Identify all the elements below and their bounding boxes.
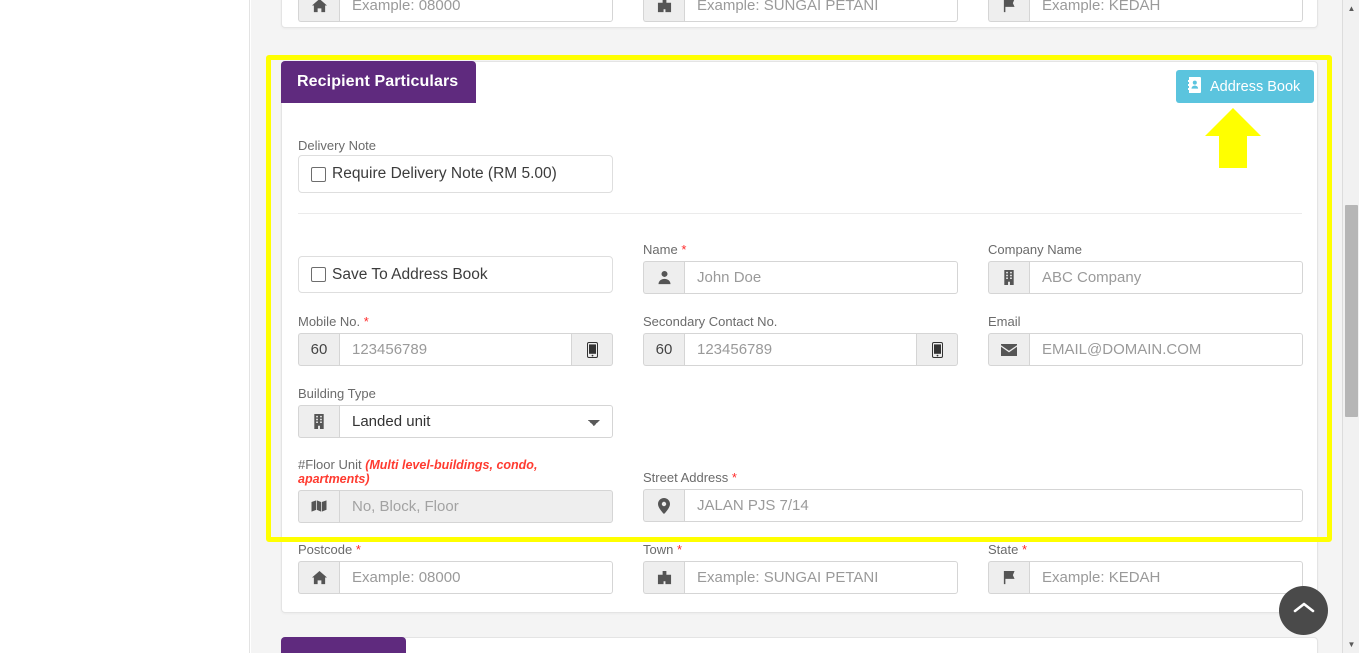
email-input[interactable] xyxy=(1029,333,1303,366)
state-input[interactable] xyxy=(1029,561,1303,594)
secondary-contact-no-label: Secondary Contact No. xyxy=(643,314,778,329)
field-town-previous xyxy=(643,0,958,22)
map-marker-icon xyxy=(643,489,684,522)
street-address-input[interactable] xyxy=(684,489,1303,522)
address-book-button-label: Address Book xyxy=(1210,78,1301,95)
envelope-icon xyxy=(988,333,1029,366)
company-name-input[interactable] xyxy=(1029,261,1303,294)
mobile-country-prefix: 60 xyxy=(298,333,339,366)
scrollbar-thumb[interactable] xyxy=(1345,205,1358,417)
scrollbar-up-arrow-icon[interactable]: ▲ xyxy=(1343,0,1359,17)
flag-icon xyxy=(988,0,1029,22)
name-label: Name * xyxy=(643,242,687,257)
secondary-contact-no-input[interactable] xyxy=(684,333,917,366)
require-delivery-note-label: Require Delivery Note (RM 5.00) xyxy=(332,165,557,182)
required-marker: * xyxy=(1021,542,1028,557)
flag-icon xyxy=(988,561,1029,594)
mobile-no-label: Mobile No. * xyxy=(298,314,369,329)
field-mobile-no: Mobile No. * 60 xyxy=(298,314,613,366)
page-title: Recipient Particulars xyxy=(281,61,477,103)
field-state: State * xyxy=(988,542,1303,594)
chevron-up-icon xyxy=(1293,601,1315,620)
address-book-icon xyxy=(1188,76,1202,97)
field-company-name: Company Name xyxy=(988,242,1303,294)
postcode-label: Postcode * xyxy=(298,542,361,557)
email-label: Email xyxy=(988,314,1021,329)
town-input[interactable] xyxy=(684,561,958,594)
save-to-address-book-label: Save To Address Book xyxy=(332,265,488,283)
building-type-label: Building Type xyxy=(298,386,376,401)
building-icon xyxy=(988,261,1029,294)
next-section-card xyxy=(281,637,1318,653)
user-icon xyxy=(643,261,684,294)
field-postcode-previous xyxy=(298,0,613,22)
scrollbar-down-arrow-icon[interactable]: ▼ xyxy=(1343,636,1359,653)
building-icon xyxy=(298,405,339,438)
save-to-address-book-checkbox[interactable] xyxy=(311,267,326,282)
field-street-address: Street Address * xyxy=(643,470,1303,522)
recipient-particulars-card: Recipient Particulars Delivery Note Requ… xyxy=(281,61,1318,613)
left-pane xyxy=(0,0,250,653)
secondary-country-prefix: 60 xyxy=(643,333,684,366)
field-state-previous xyxy=(988,0,1303,22)
page-scrollbar[interactable]: ▲ ▼ xyxy=(1342,0,1359,653)
highlight-arrow-annotation xyxy=(1205,108,1261,168)
field-postcode: Postcode * xyxy=(298,542,613,594)
address-book-button[interactable]: Address Book xyxy=(1176,70,1315,103)
field-town: Town * xyxy=(643,542,958,594)
field-email: Email xyxy=(988,314,1303,366)
postcode-input-previous[interactable] xyxy=(339,0,613,22)
mobile-phone-icon[interactable] xyxy=(917,333,958,366)
previous-section-card xyxy=(281,0,1318,28)
save-to-address-book-checkbox-group[interactable]: Save To Address Book xyxy=(298,256,613,293)
field-building-type: Building Type Landed unit xyxy=(298,386,613,438)
floor-unit-label: #Floor Unit (Multi level-buildings, cond… xyxy=(298,457,538,487)
app-screen: Recipient Particulars Delivery Note Requ… xyxy=(0,0,1359,653)
required-marker: * xyxy=(355,542,361,557)
section-divider xyxy=(298,213,1302,214)
required-marker: * xyxy=(363,314,369,329)
town-input-previous[interactable] xyxy=(684,0,958,22)
state-label: State * xyxy=(988,542,1028,557)
map-signs-icon xyxy=(298,490,339,523)
city-icon xyxy=(643,0,684,22)
field-floor-unit: #Floor Unit (Multi level-buildings, cond… xyxy=(298,458,613,523)
require-delivery-note-checkbox[interactable] xyxy=(311,166,326,182)
required-marker: * xyxy=(731,470,737,485)
home-icon xyxy=(298,561,339,594)
floor-unit-input[interactable] xyxy=(339,490,613,523)
mobile-no-input[interactable] xyxy=(339,333,572,366)
required-marker: * xyxy=(681,242,687,257)
field-name: Name * xyxy=(643,242,958,294)
scroll-to-top-button[interactable] xyxy=(1279,586,1328,635)
state-input-previous[interactable] xyxy=(1029,0,1303,22)
delivery-note-label: Delivery Note xyxy=(298,138,377,153)
mobile-phone-icon[interactable] xyxy=(572,333,613,366)
required-marker: * xyxy=(676,542,683,557)
city-icon xyxy=(643,561,684,594)
company-name-label: Company Name xyxy=(988,242,1082,257)
delivery-note-checkbox-group[interactable]: Require Delivery Note (RM 5.00) xyxy=(298,155,613,193)
town-label: Town * xyxy=(643,542,683,557)
name-input[interactable] xyxy=(684,261,958,294)
next-section-title xyxy=(281,637,406,653)
field-secondary-contact-no: Secondary Contact No. 60 xyxy=(643,314,958,366)
building-type-select[interactable]: Landed unit xyxy=(339,405,613,438)
street-address-label: Street Address * xyxy=(643,470,737,485)
postcode-input[interactable] xyxy=(339,561,613,594)
home-icon xyxy=(298,0,339,22)
